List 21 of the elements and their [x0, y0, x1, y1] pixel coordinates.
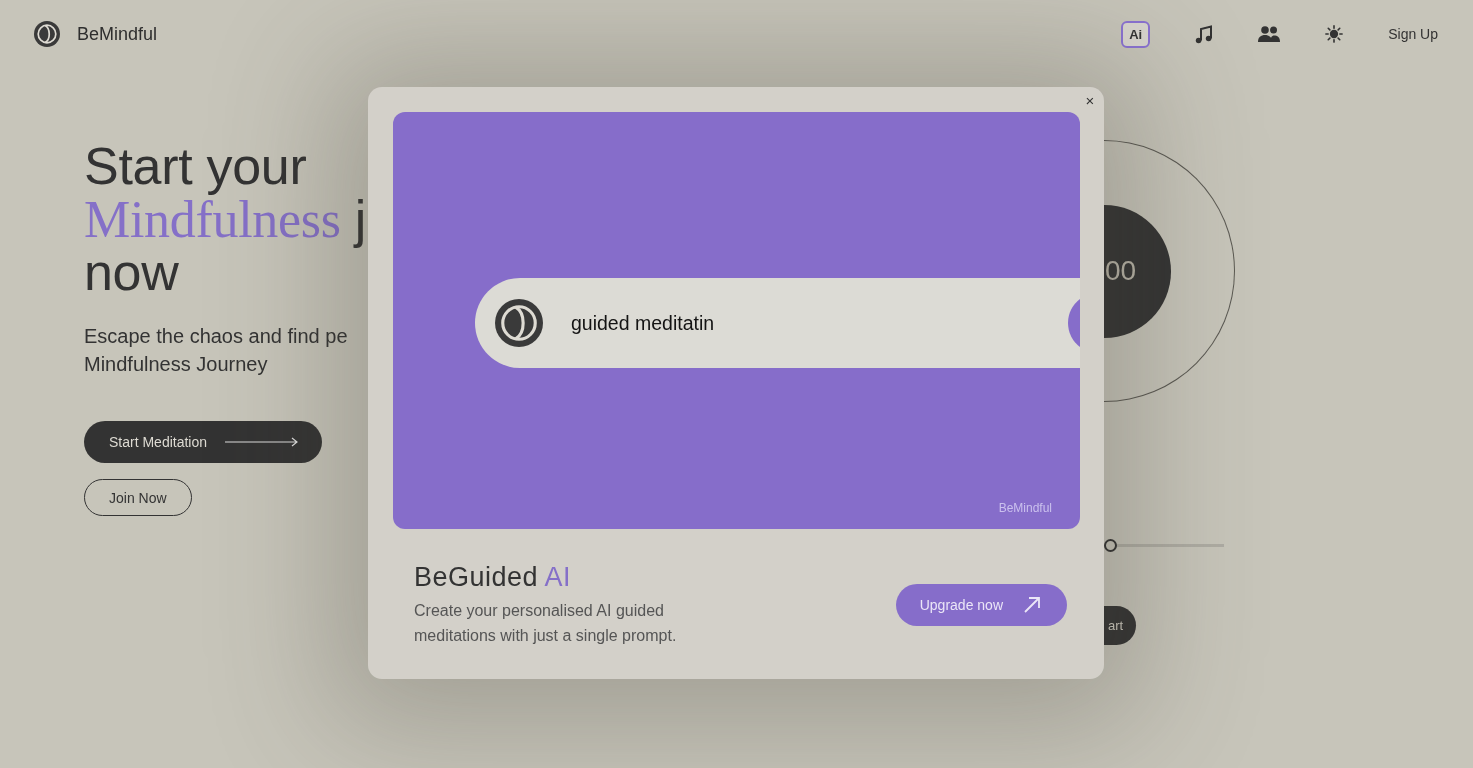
dialog-description: Create your personalised AI guided meditations with just a single prompt. [414, 601, 678, 646]
music-note-icon[interactable] [1195, 24, 1214, 44]
hero-subtitle: Escape the chaos and find pe Mindfulness Journey [84, 324, 348, 377]
arrow-icon [1023, 595, 1041, 614]
sign-up-link[interactable]: Sign Up [1388, 26, 1438, 42]
prompt-text: guided meditatin [571, 311, 715, 335]
people-icon[interactable] [1258, 26, 1281, 42]
close-button[interactable]: × [1082, 93, 1098, 109]
sun-icon[interactable] [1325, 25, 1344, 43]
start-meditation-button[interactable]: Start Meditation [84, 421, 323, 463]
slider-thumb[interactable] [1104, 539, 1117, 552]
logo-icon [495, 299, 543, 347]
hero-heading: Start your Mindfulness j now [84, 140, 367, 299]
brand-name[interactable]: BeMindful [77, 23, 158, 45]
start-button[interactable]: art [1104, 606, 1137, 645]
brand-mark: BeMindful [998, 501, 1052, 515]
ai-button[interactable]: Ai [1121, 20, 1151, 48]
arrow-icon [225, 437, 299, 447]
timer-reading: 00 [1104, 255, 1137, 287]
logo-icon [34, 21, 60, 47]
dialog-title: BeGuided AI [414, 561, 573, 593]
